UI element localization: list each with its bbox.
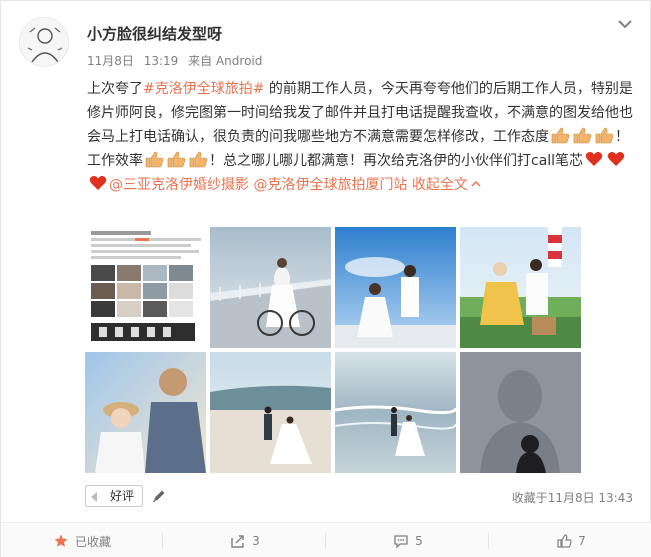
comment-count: 5 xyxy=(415,534,423,548)
divider xyxy=(162,533,163,549)
repost-button[interactable]: 3 xyxy=(164,523,326,557)
topic-link[interactable]: #克洛伊全球旅拍# xyxy=(143,81,264,97)
text-segment: 上次夸了 xyxy=(87,81,143,97)
thumbs-up-emoji xyxy=(594,125,614,145)
username[interactable]: 小方脸很纠结发型呀 xyxy=(87,23,222,44)
post-source: 来自 Android xyxy=(188,54,263,68)
photo-thumbnail[interactable] xyxy=(210,352,331,473)
heart-emoji xyxy=(88,173,108,193)
weibo-post-card: 小方脸很纠结发型呀 11月8日 13:19 来自 Android 上次夸了#克洛… xyxy=(0,0,651,557)
thumbs-up-emoji xyxy=(188,149,208,169)
action-bar: 已收藏 3 5 7 xyxy=(1,522,651,557)
repost-count: 3 xyxy=(252,534,260,548)
thumbs-up-emoji xyxy=(166,149,186,169)
comment-icon xyxy=(394,535,408,549)
collapse-label: 收起全文 xyxy=(411,177,468,193)
star-icon xyxy=(54,534,68,547)
post-text: 上次夸了#克洛伊全球旅拍# 的前期工作人员，今天再夸夸他们的后期工作人员，特别是… xyxy=(87,77,635,197)
left-arrow-icon xyxy=(91,492,97,502)
photo-thumbnail[interactable] xyxy=(210,227,331,348)
favorite-time: 收藏于11月8日 13:43 xyxy=(511,491,633,505)
good-review-button[interactable]: 好评 xyxy=(85,485,143,507)
heart-emoji xyxy=(606,149,626,169)
photo-thumbnail[interactable] xyxy=(335,352,456,473)
repost-icon xyxy=(231,535,244,548)
mention-link[interactable]: @三亚克洛伊婚纱摄影 xyxy=(109,177,249,193)
like-icon xyxy=(557,534,572,548)
thumbs-up-emoji xyxy=(144,149,164,169)
post-date[interactable]: 11月8日 xyxy=(87,54,134,68)
thumbs-up-emoji xyxy=(550,125,570,145)
avatar[interactable] xyxy=(19,17,69,67)
photo-grid xyxy=(85,227,585,477)
favorite-label: 已收藏 xyxy=(74,534,111,549)
text-segment: ！总之哪儿哪儿都满意！再次给克洛伊的小伙伴们打call笔芯 xyxy=(209,153,584,169)
like-count: 7 xyxy=(578,534,586,548)
divider xyxy=(325,533,326,549)
favorite-button[interactable]: 已收藏 xyxy=(1,523,163,557)
pencil-icon[interactable] xyxy=(151,488,167,504)
like-button[interactable]: 7 xyxy=(490,523,651,557)
photo-thumbnail[interactable] xyxy=(85,352,206,473)
comment-button[interactable]: 5 xyxy=(327,523,489,557)
good-review-label: 好评 xyxy=(109,489,134,503)
post-meta: 11月8日 13:19 来自 Android xyxy=(87,52,268,69)
mention-link[interactable]: @克洛伊全球旅拍厦门站 xyxy=(253,177,407,193)
heart-emoji xyxy=(584,149,604,169)
thumbs-up-emoji xyxy=(572,125,592,145)
photo-thumbnail[interactable] xyxy=(85,227,206,348)
post-time[interactable]: 13:19 xyxy=(144,54,179,68)
chevron-up-icon xyxy=(471,180,481,187)
collapse-text-link[interactable]: 收起全文 xyxy=(412,177,481,193)
divider xyxy=(488,533,489,549)
photo-thumbnail[interactable] xyxy=(460,227,581,348)
photo-thumbnail[interactable] xyxy=(460,352,581,473)
photo-thumbnail[interactable] xyxy=(335,227,456,348)
chevron-down-icon[interactable] xyxy=(616,15,634,33)
